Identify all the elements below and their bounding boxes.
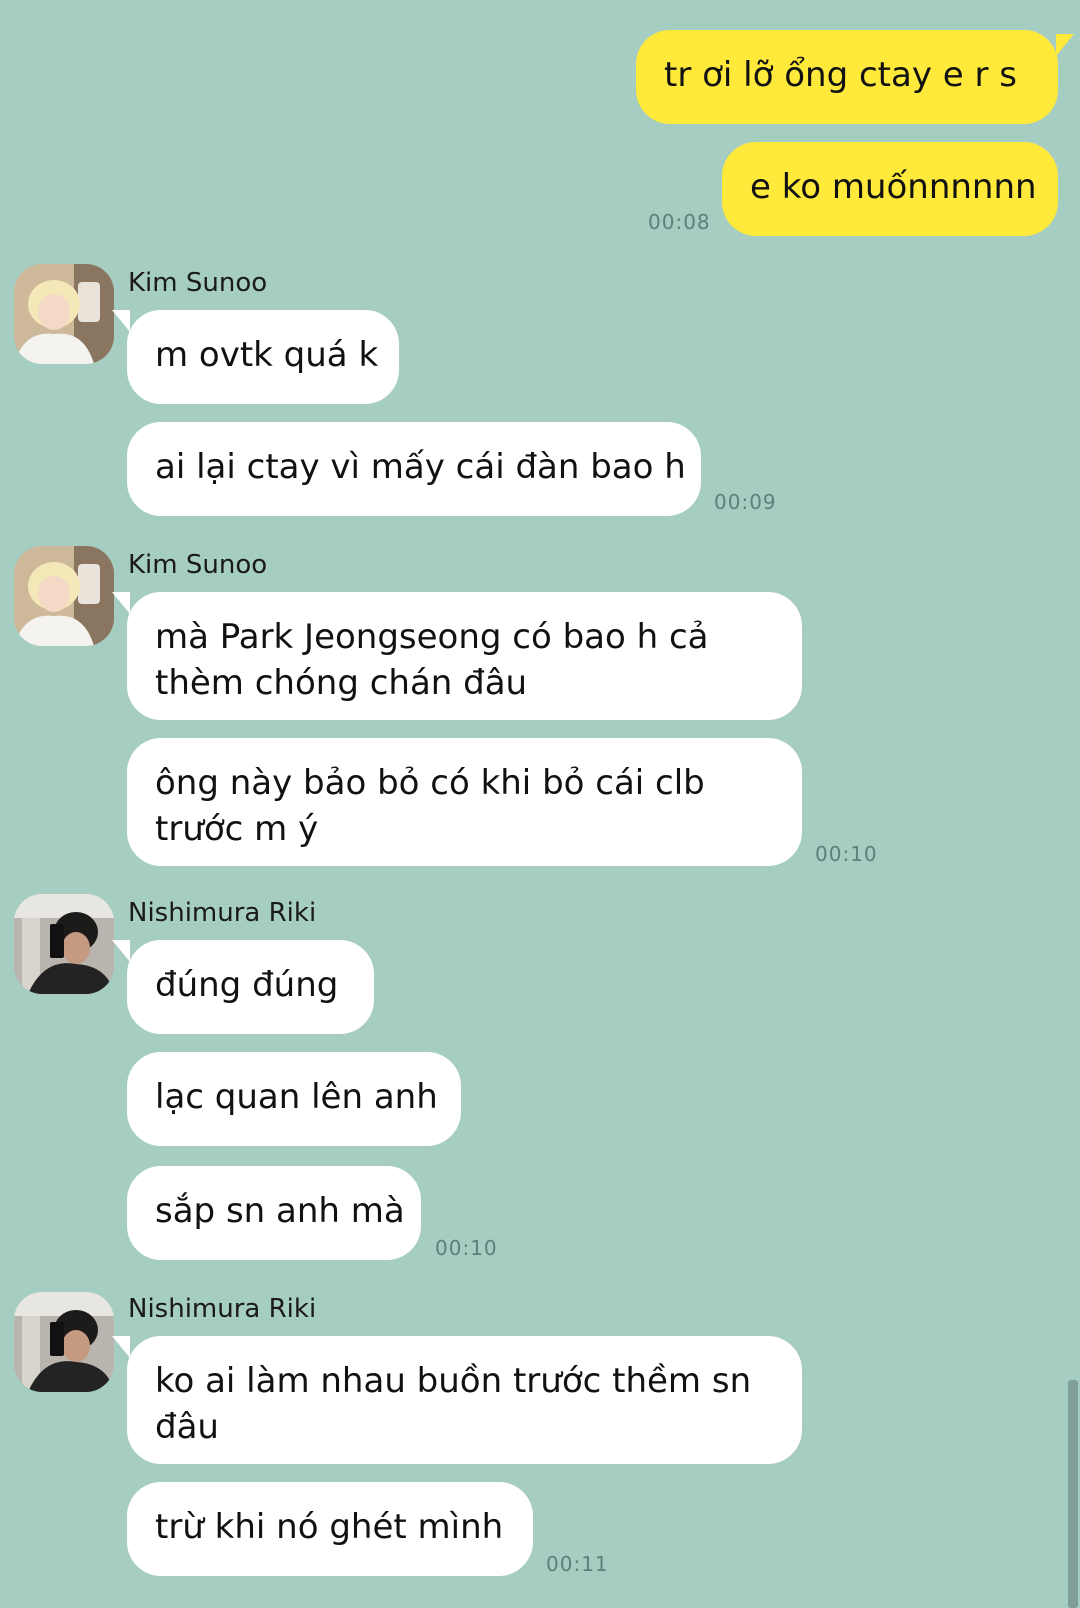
bubble-tail bbox=[112, 592, 130, 614]
message-time: 00:10 bbox=[435, 1236, 498, 1260]
message-time: 00:11 bbox=[546, 1552, 609, 1576]
incoming-message[interactable]: ông này bảo bỏ có khi bỏ cái clb trước m… bbox=[127, 738, 802, 866]
sunoo-avatar[interactable] bbox=[14, 546, 114, 646]
scrollbar[interactable] bbox=[1068, 1380, 1078, 1608]
bubble-tail bbox=[1056, 34, 1074, 56]
incoming-message[interactable]: đúng đúng bbox=[127, 940, 374, 1034]
bubble-tail bbox=[112, 940, 130, 962]
sender-name: Nishimura Riki bbox=[128, 1294, 317, 1324]
sender-name: Kim Sunoo bbox=[128, 550, 268, 580]
incoming-message[interactable]: trừ khi nó ghét mình bbox=[127, 1482, 533, 1576]
incoming-message[interactable]: sắp sn anh mà bbox=[127, 1166, 421, 1260]
sender-name: Nishimura Riki bbox=[128, 898, 317, 928]
outgoing-message[interactable]: tr ơi lỡ ổng ctay e r s bbox=[636, 30, 1058, 124]
chat-area[interactable]: tr ơi lỡ ổng ctay e r s e ko muốnnnnnn 0… bbox=[0, 0, 1080, 1608]
incoming-message[interactable]: mà Park Jeongseong có bao h cả thèm chón… bbox=[127, 592, 802, 720]
bubble-tail bbox=[112, 1336, 130, 1358]
sender-name: Kim Sunoo bbox=[128, 268, 268, 298]
sunoo-avatar[interactable] bbox=[14, 264, 114, 364]
incoming-message[interactable]: ai lại ctay vì mấy cái đàn bao h bbox=[127, 422, 701, 516]
incoming-message[interactable]: ko ai làm nhau buồn trước thềm sn đâu bbox=[127, 1336, 802, 1464]
incoming-message[interactable]: m ovtk quá k bbox=[127, 310, 399, 404]
incoming-message[interactable]: lạc quan lên anh bbox=[127, 1052, 461, 1146]
riki-avatar[interactable] bbox=[14, 1292, 114, 1392]
message-time: 00:09 bbox=[714, 490, 777, 514]
outgoing-message[interactable]: e ko muốnnnnnn bbox=[722, 142, 1058, 236]
message-time: 00:10 bbox=[815, 842, 878, 866]
message-time: 00:08 bbox=[648, 210, 711, 234]
bubble-tail bbox=[112, 310, 130, 332]
riki-avatar[interactable] bbox=[14, 894, 114, 994]
